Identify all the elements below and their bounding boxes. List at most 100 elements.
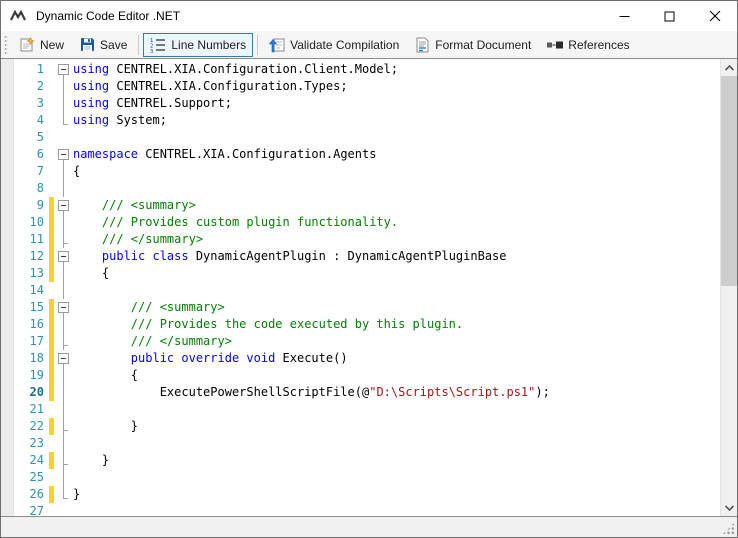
code-line[interactable]: 10 /// Provides custom plugin functional… [14, 214, 719, 231]
fold-toggle[interactable] [56, 350, 73, 367]
close-button[interactable] [692, 2, 737, 31]
code-text[interactable]: /// Provides the code executed by this p… [73, 316, 719, 333]
fold-toggle[interactable] [56, 299, 73, 316]
title-bar[interactable]: Dynamic Code Editor .NET [1, 1, 737, 31]
code-line[interactable]: 18 public override void Execute() [14, 350, 719, 367]
line-number[interactable]: 26 [14, 486, 47, 503]
line-number[interactable]: 7 [14, 163, 47, 180]
minimize-button[interactable] [602, 2, 647, 31]
code-text[interactable]: /// </summary> [73, 333, 719, 350]
line-numbers-toggle[interactable]: 1 2 3 Line Numbers [143, 33, 253, 57]
line-number[interactable]: 2 [14, 78, 47, 95]
collapse-box-icon[interactable] [58, 64, 69, 75]
line-number[interactable]: 10 [14, 214, 47, 231]
line-number[interactable]: 17 [14, 333, 47, 350]
code-line[interactable]: 9 /// <summary> [14, 197, 719, 214]
line-number[interactable]: 20 [14, 384, 47, 401]
code-text[interactable]: using System; [73, 112, 719, 129]
scrollbar-thumb[interactable] [721, 76, 737, 286]
code-text[interactable] [73, 180, 719, 197]
code-line[interactable]: 25 [14, 469, 719, 486]
code-line[interactable]: 6 namespace CENTREL.XIA.Configuration.Age… [14, 146, 719, 163]
code-line[interactable]: 14 [14, 282, 719, 299]
line-number[interactable]: 22 [14, 418, 47, 435]
line-number[interactable]: 6 [14, 146, 47, 163]
line-number[interactable]: 25 [14, 469, 47, 486]
code-text[interactable]: public class DynamicAgentPlugin : Dynami… [73, 248, 719, 265]
code-line[interactable]: 5 [14, 129, 719, 146]
line-number[interactable]: 13 [14, 265, 47, 282]
code-line[interactable]: 17 /// </summary> [14, 333, 719, 350]
code-text[interactable] [73, 469, 719, 486]
fold-toggle[interactable] [56, 61, 73, 78]
code-line[interactable]: 23 [14, 435, 719, 452]
code-text[interactable] [73, 401, 719, 418]
line-number[interactable]: 1 [14, 61, 47, 78]
line-number[interactable]: 3 [14, 95, 47, 112]
code-text[interactable]: namespace CENTREL.XIA.Configuration.Agen… [73, 146, 719, 163]
code-text[interactable]: } [73, 452, 719, 469]
code-text[interactable]: /// <summary> [73, 197, 719, 214]
resize-grip[interactable] [722, 522, 735, 535]
line-number[interactable]: 14 [14, 282, 47, 299]
code-line[interactable]: 22 } [14, 418, 719, 435]
code-text[interactable]: /// </summary> [73, 231, 719, 248]
code-text[interactable]: } [73, 486, 719, 503]
code-line[interactable]: 2 using CENTREL.XIA.Configuration.Types; [14, 78, 719, 95]
line-number[interactable]: 27 [14, 503, 47, 517]
line-number[interactable]: 16 [14, 316, 47, 333]
validate-compilation-button[interactable]: Validate Compilation [262, 33, 406, 57]
line-number[interactable]: 5 [14, 129, 47, 146]
line-number[interactable]: 12 [14, 248, 47, 265]
fold-toggle[interactable] [56, 248, 73, 265]
code-line[interactable]: 12 public class DynamicAgentPlugin : Dyn… [14, 248, 719, 265]
collapse-box-icon[interactable] [58, 149, 69, 160]
line-number[interactable]: 18 [14, 350, 47, 367]
code-line[interactable]: 4 using System; [14, 112, 719, 129]
code-line[interactable]: 26} [14, 486, 719, 503]
maximize-button[interactable] [647, 2, 692, 31]
scroll-down-button[interactable] [721, 499, 737, 516]
toolbar-grip[interactable] [4, 35, 8, 55]
code-text[interactable] [73, 129, 719, 146]
code-text[interactable]: using CENTREL.XIA.Configuration.Client.M… [73, 61, 719, 78]
code-text[interactable]: /// <summary> [73, 299, 719, 316]
code-line[interactable]: 3 using CENTREL.Support; [14, 95, 719, 112]
code-text[interactable]: using CENTREL.Support; [73, 95, 719, 112]
code-text[interactable]: public override void Execute() [73, 350, 719, 367]
code-line[interactable]: 8 [14, 180, 719, 197]
format-document-button[interactable]: Format Document [408, 33, 538, 57]
code-text[interactable] [73, 282, 719, 299]
collapse-box-icon[interactable] [58, 353, 69, 364]
code-line[interactable]: 13 { [14, 265, 719, 282]
code-line[interactable]: 20 ExecutePowerShellScriptFile(@"D:\Scri… [14, 384, 719, 401]
selection-margin[interactable] [1, 59, 14, 516]
fold-toggle[interactable] [56, 197, 73, 214]
code-line[interactable]: 19 { [14, 367, 719, 384]
scroll-up-button[interactable] [721, 59, 737, 76]
code-text[interactable]: } [73, 418, 719, 435]
collapse-box-icon[interactable] [58, 302, 69, 313]
collapse-box-icon[interactable] [58, 251, 69, 262]
references-button[interactable]: References [540, 34, 636, 56]
code-line[interactable]: 21 [14, 401, 719, 418]
code-text[interactable]: { [73, 163, 719, 180]
code-line[interactable]: 15 /// <summary> [14, 299, 719, 316]
line-number[interactable]: 24 [14, 452, 47, 469]
line-number[interactable]: 11 [14, 231, 47, 248]
code-text[interactable]: /// Provides custom plugin functionality… [73, 214, 719, 231]
code-text[interactable]: ExecutePowerShellScriptFile(@"D:\Scripts… [73, 384, 719, 401]
code-text[interactable] [73, 503, 719, 517]
collapse-box-icon[interactable] [58, 200, 69, 211]
code-text[interactable]: { [73, 265, 719, 282]
code-text[interactable]: { [73, 367, 719, 384]
vertical-scrollbar[interactable] [720, 59, 737, 516]
code-text[interactable]: using CENTREL.XIA.Configuration.Types; [73, 78, 719, 95]
line-number[interactable]: 4 [14, 112, 47, 129]
code-line[interactable]: 1 using CENTREL.XIA.Configuration.Client.… [14, 61, 719, 78]
line-number[interactable]: 19 [14, 367, 47, 384]
line-number[interactable]: 23 [14, 435, 47, 452]
line-number[interactable]: 9 [14, 197, 47, 214]
line-number[interactable]: 8 [14, 180, 47, 197]
code-line[interactable]: 11 /// </summary> [14, 231, 719, 248]
